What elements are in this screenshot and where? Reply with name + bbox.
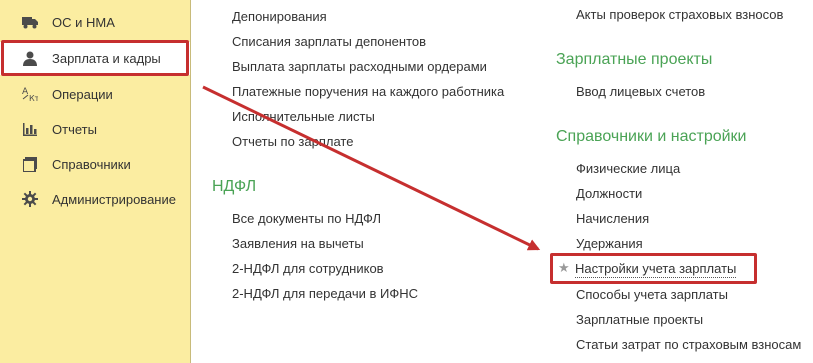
annotation-arrow [202, 85, 541, 251]
